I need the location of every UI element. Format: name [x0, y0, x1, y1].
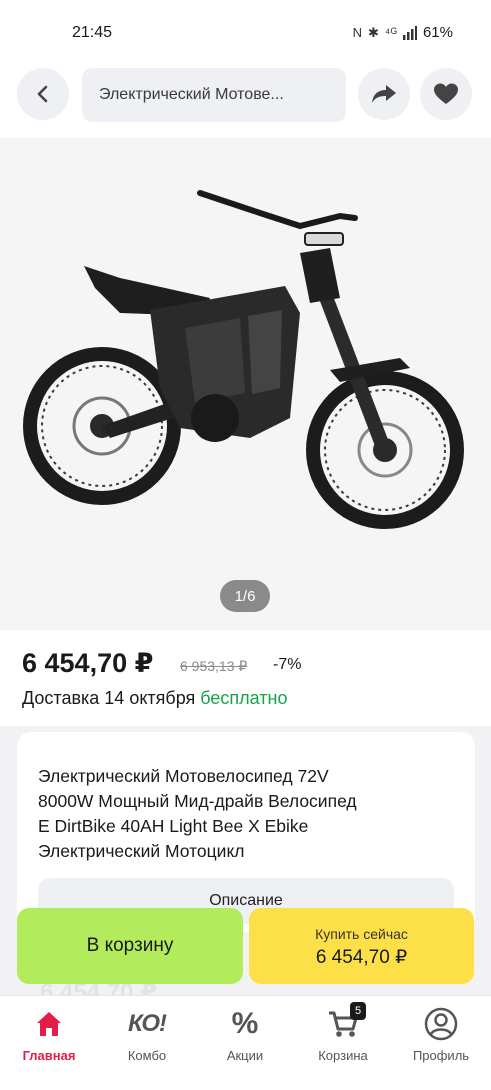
search-field[interactable]: Электрический Мотове...: [82, 68, 346, 122]
combo-icon: КО!: [127, 1010, 167, 1037]
discount-badge: -7%: [273, 656, 302, 673]
delivery-free-label: бесплатно: [200, 688, 288, 708]
nav-home[interactable]: Главная: [4, 1004, 94, 1063]
status-time: 21:45: [72, 24, 113, 41]
motorcycle-image: [23, 190, 464, 529]
nav-cart[interactable]: 5 Корзина: [298, 1002, 388, 1063]
buy-now-label: Купить сейчас: [315, 926, 408, 942]
share-button[interactable]: [358, 68, 410, 120]
nav-label: Профиль: [412, 1048, 470, 1063]
share-arrow-icon: [372, 85, 396, 103]
bottom-nav: Главная КО! Комбо % Акции 5 Корзина Проф…: [0, 995, 491, 1090]
home-icon: [37, 1012, 61, 1036]
network-icon: ⁴ᴳ: [384, 25, 397, 40]
heart-icon: [434, 83, 458, 104]
product-title-line: E DirtBike 40AH Light Bee X Ebike: [38, 816, 309, 836]
product-title-line: Электрический Мотоцикл: [38, 841, 245, 861]
favorite-button[interactable]: [420, 68, 472, 120]
nav-label: Комбо: [127, 1048, 167, 1063]
action-bar: В корзину Купить сейчас 6 454,70 ₽: [0, 906, 491, 994]
status-bar: 21:45 N ✱ ⁴ᴳ 61%: [0, 0, 491, 62]
status-icons: N ✱ ⁴ᴳ 61%: [353, 24, 453, 41]
buy-now-price: 6 454,70 ₽: [315, 947, 408, 968]
nav-promotions[interactable]: % Акции: [200, 1004, 290, 1063]
bluetooth-icon: ✱: [368, 24, 379, 40]
profile-icon: [424, 1007, 458, 1041]
signal-icon: [402, 25, 417, 40]
nav-label: Акции: [226, 1048, 264, 1063]
search-text: Электрический Мотове...: [99, 86, 284, 103]
nav-combo[interactable]: КО! Комбо: [102, 1004, 192, 1063]
price-section: 6 454,70 ₽ 6 953,13 ₽ -7% Доставка 14 ок…: [0, 630, 491, 726]
battery-level: 61%: [422, 24, 453, 41]
nav-label: Главная: [22, 1048, 76, 1063]
back-button[interactable]: [17, 68, 69, 120]
product-gallery[interactable]: 1/6: [0, 138, 491, 630]
product-title-line: Электрический Мотовелосипед 72V: [38, 766, 329, 786]
nfc-icon: N: [352, 25, 363, 40]
add-to-cart-button[interactable]: В корзину: [17, 908, 243, 984]
percent-icon: %: [231, 1007, 259, 1040]
chevron-left-icon: [37, 85, 48, 103]
nav-label: Корзина: [318, 1048, 368, 1063]
nav-profile[interactable]: Профиль: [396, 1004, 486, 1063]
product-title-card: Электрический Мотовелосипед 72V 8000W Мо…: [17, 732, 475, 932]
delivery-date: Доставка 14 октября: [22, 688, 196, 708]
image-counter: 1/6: [220, 580, 270, 612]
delivery-info: Доставка 14 октября бесплатно: [22, 688, 287, 709]
old-price: 6 953,13 ₽: [180, 658, 248, 674]
cart-badge: 5: [350, 1002, 366, 1020]
top-bar: Электрический Мотове...: [0, 62, 491, 138]
product-title-line: 8000W Мощный Мид-драйв Велосипед: [38, 791, 357, 811]
buy-now-button[interactable]: Купить сейчас 6 454,70 ₽: [249, 908, 474, 984]
current-price: 6 454,70 ₽: [22, 648, 154, 678]
